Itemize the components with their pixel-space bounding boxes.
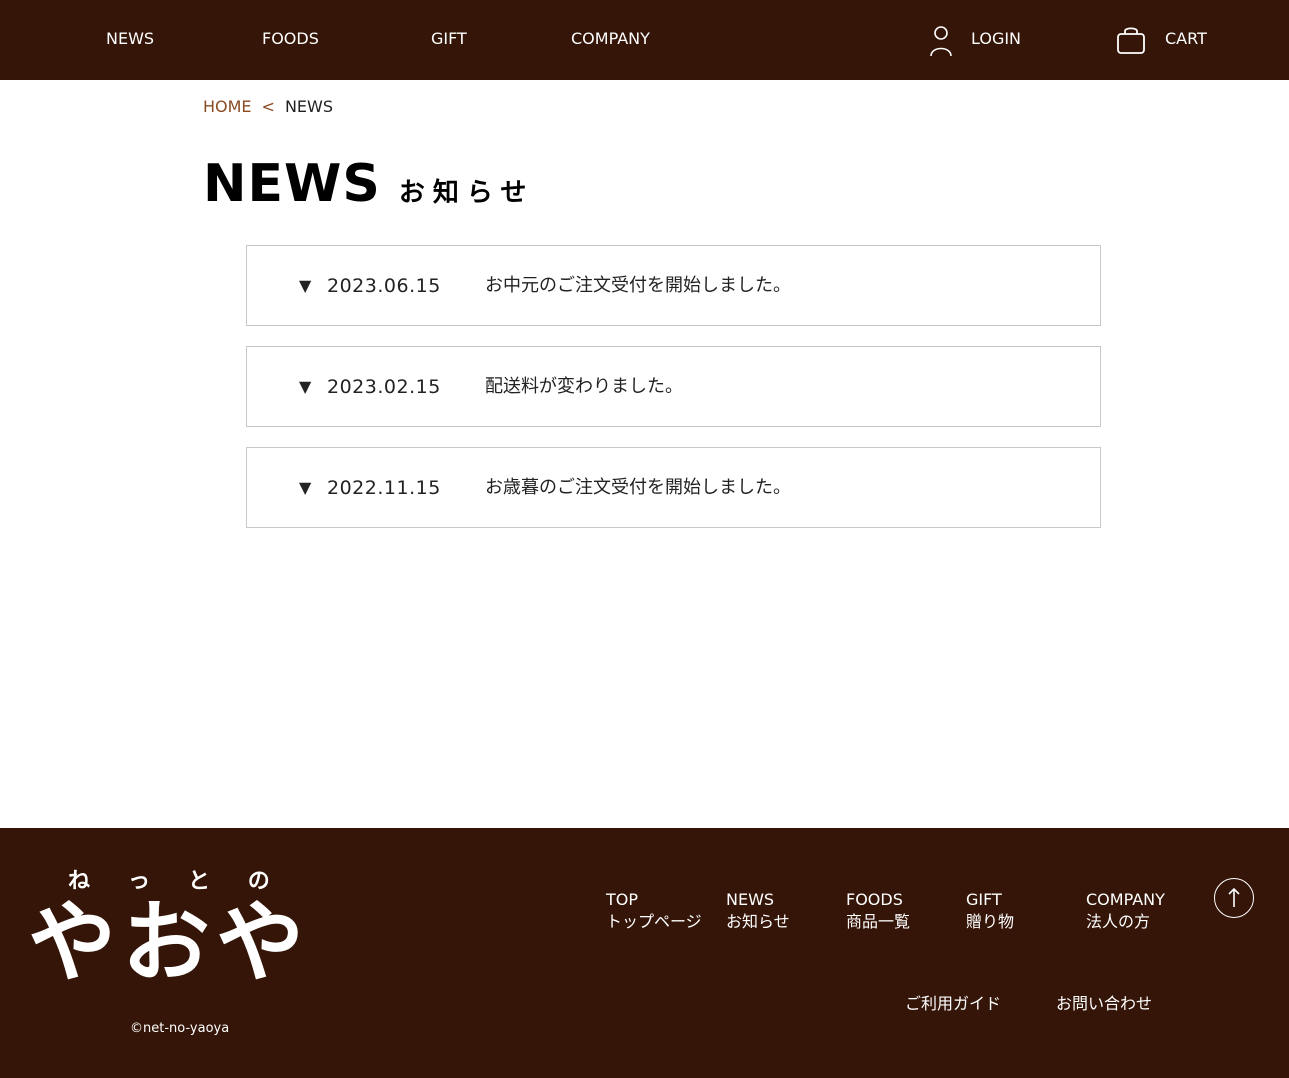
footer-guide-link[interactable]: ご利用ガイド [905, 994, 1001, 1014]
page-title-en: NEWS [203, 154, 381, 214]
expand-triangle-icon: ▼ [299, 276, 312, 295]
expand-triangle-icon: ▼ [299, 377, 312, 396]
breadcrumb-current: NEWS [284, 97, 334, 116]
breadcrumb: HOME < NEWS [203, 97, 333, 117]
user-icon[interactable] [929, 25, 953, 61]
news-date: 2022.11.15 [327, 477, 441, 499]
nav-company-link[interactable]: COMPANY [571, 29, 650, 49]
footer-nav-foods[interactable]: FOODS 商品一覧 [846, 890, 910, 934]
footer-nav-top[interactable]: TOP トップページ [606, 890, 702, 934]
footer: ねっとの やおや ©net-no-yaoya TOP トップページ NEWS お知ら… [0, 828, 1289, 1078]
breadcrumb-separator: < [261, 97, 275, 116]
expand-triangle-icon: ▼ [299, 478, 312, 497]
nav-foods-link[interactable]: FOODS [262, 29, 319, 49]
footer-nav-gift[interactable]: GIFT 贈り物 [966, 890, 1014, 934]
cart-link[interactable]: CART [1165, 29, 1207, 49]
news-item[interactable]: ▼ 2023.06.15 お中元のご注文受付を開始しました。 [246, 245, 1101, 326]
news-date: 2023.02.15 [327, 376, 441, 398]
shopping-bag-icon[interactable] [1116, 25, 1146, 59]
back-to-top-button[interactable] [1214, 878, 1254, 918]
breadcrumb-home-link[interactable]: HOME [203, 97, 252, 116]
news-title: お中元のご注文受付を開始しました。 [485, 275, 791, 296]
arrow-up-icon [1228, 887, 1240, 907]
nav-news-link[interactable]: NEWS [106, 29, 154, 49]
copyright: ©net-no-yaoya [130, 1021, 230, 1036]
nav-gift-link[interactable]: GIFT [431, 29, 467, 49]
top-navigation-bar: NEWS FOODS GIFT COMPANY LOGIN CART [0, 0, 1289, 80]
login-link[interactable]: LOGIN [971, 29, 1021, 49]
logo-large-text: やおや [28, 891, 310, 983]
news-item[interactable]: ▼ 2022.11.15 お歳暮のご注文受付を開始しました。 [246, 447, 1101, 528]
page-title: NEWS お知らせ [203, 150, 534, 218]
site-logo[interactable]: ねっとの やおや [28, 868, 333, 994]
news-title: お歳暮のご注文受付を開始しました。 [485, 477, 791, 498]
news-date: 2023.06.15 [327, 275, 441, 297]
page-title-ja: お知らせ [398, 178, 535, 208]
footer-contact-link[interactable]: お問い合わせ [1056, 994, 1152, 1014]
news-title: 配送料が変わりました。 [485, 376, 683, 397]
news-item[interactable]: ▼ 2023.02.15 配送料が変わりました。 [246, 346, 1101, 427]
footer-nav-company[interactable]: COMPANY 法人の方 [1086, 890, 1165, 934]
footer-nav-news[interactable]: NEWS お知らせ [726, 890, 790, 934]
